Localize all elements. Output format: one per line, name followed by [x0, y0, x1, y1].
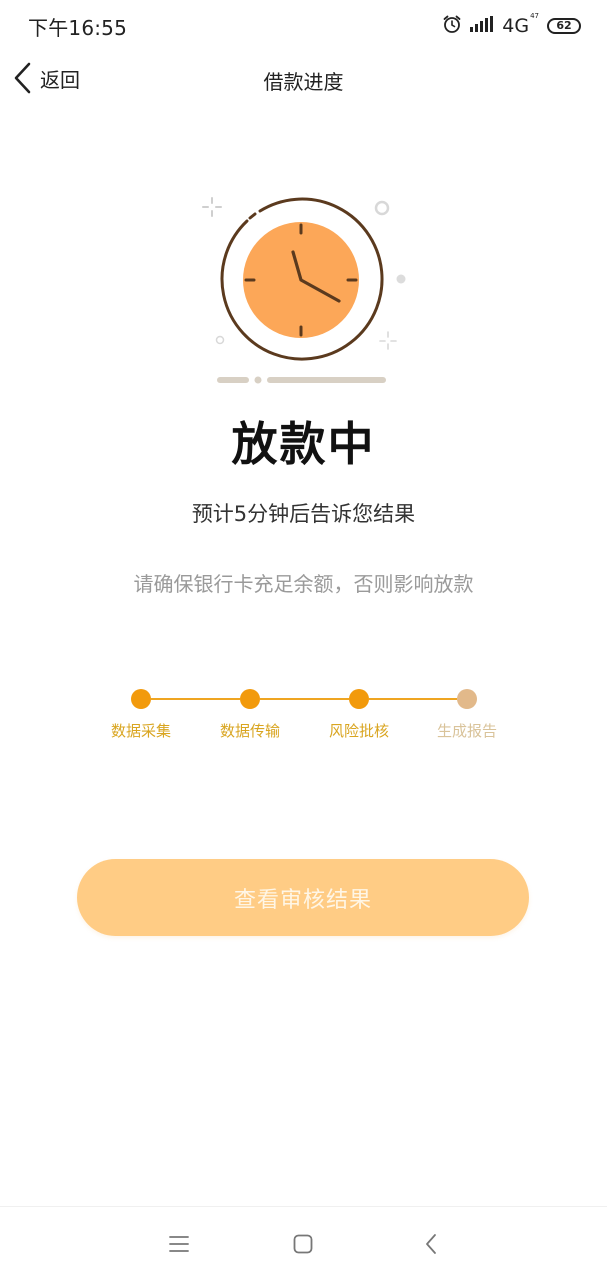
- status-bar: 下午16:55 4G47 62: [0, 0, 607, 52]
- view-result-button[interactable]: 查看审核结果: [77, 859, 529, 936]
- step-label-transfer: 数据传输: [219, 722, 280, 740]
- step-connector: [260, 698, 349, 700]
- network-sub: 47: [530, 11, 539, 20]
- signal-icon: [470, 16, 494, 36]
- system-nav-bar: [0, 1206, 607, 1281]
- network-label: 4G: [502, 15, 530, 37]
- back-icon[interactable]: [416, 1229, 446, 1259]
- network-type: 4G47: [502, 11, 539, 37]
- step-label-report: 生成报告: [436, 722, 497, 740]
- step-dot-transfer: [240, 689, 260, 709]
- status-subtitle: 预计5分钟后告诉您结果: [191, 502, 416, 526]
- battery-level: 62: [556, 19, 572, 32]
- home-icon[interactable]: [288, 1229, 318, 1259]
- alarm-icon: [442, 14, 462, 38]
- step-dot-review: [349, 689, 369, 709]
- menu-icon[interactable]: [164, 1229, 194, 1259]
- battery-icon: 62: [547, 18, 581, 34]
- status-time: 下午16:55: [28, 16, 128, 40]
- step-connector: [151, 698, 240, 700]
- step-connector: [369, 698, 457, 700]
- step-dot-report: [457, 689, 477, 709]
- clock-illustration: [195, 190, 415, 390]
- clock-icon: [202, 197, 406, 384]
- step-label-review: 风险批核: [328, 722, 389, 740]
- step-label-collect: 数据采集: [110, 722, 171, 740]
- step-dot-collect: [131, 689, 151, 709]
- status-indicators: 4G47 62: [442, 12, 581, 40]
- page-title: 借款进度: [263, 70, 344, 94]
- progress-steps: 数据采集 数据传输 风险批核 生成报告: [0, 680, 607, 750]
- nav-bar: 返回 借款进度: [0, 52, 607, 104]
- status-hint: 请确保银行卡充足余额，否则影响放款: [133, 572, 474, 596]
- status-title: 放款中: [231, 417, 376, 471]
- view-result-label: 查看审核结果: [233, 887, 372, 913]
